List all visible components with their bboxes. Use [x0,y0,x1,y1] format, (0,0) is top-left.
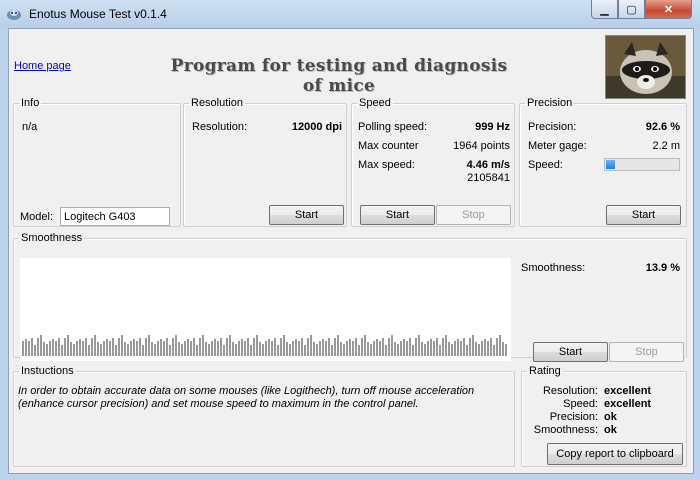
speed-start-button[interactable]: Start [360,205,435,225]
rating-legend: Rating [529,365,561,377]
rating-group: Rating Resolution: excellent Speed: exce… [521,365,687,467]
smoothness-bars [22,335,507,356]
info-group: Info n/a Model: [13,97,181,227]
rating-precision-value: ok [604,411,617,423]
model-field[interactable] [60,207,170,226]
instructions-group: Instuctions In order to obtain accurate … [13,365,515,467]
max-speed-label: Max speed: [358,159,415,171]
info-legend: Info [21,97,40,109]
maximize-button[interactable]: ▢ [618,0,645,19]
instructions-text: In order to obtain accurate data on some… [18,385,475,410]
smoothness-legend: Smoothness [21,232,83,244]
polling-speed-value: 999 Hz [475,121,510,133]
copy-report-button[interactable]: Copy report to clipboard [547,443,683,465]
meter-gage-label: Meter gage: [528,140,587,152]
smoothness-plot [20,258,511,361]
rating-precision-label: Precision: [549,411,598,423]
precision-label: Precision: [528,121,577,133]
rating-smoothness-label: Smoothness: [533,424,598,436]
polling-speed-label: Polling speed: [358,121,428,133]
max-counter-value: 1964 points [453,140,510,152]
info-text: n/a [22,121,38,133]
precision-speed-bar [604,158,680,171]
raccoon-photo [605,35,686,99]
smoothness-stop-button[interactable]: Stop [609,342,684,362]
smoothness-label: Smoothness: [521,262,586,274]
speed-stop-button[interactable]: Stop [436,205,511,225]
minimize-button[interactable]: ▁ [591,0,618,19]
meter-gage-value: 2.2 m [652,140,680,152]
rating-resolution-value: excellent [604,385,652,397]
model-label: Model: [20,211,54,223]
resolution-legend: Resolution [191,97,243,109]
main-window: Home page Program for testing and diagno… [8,28,694,474]
rating-speed-label: Speed: [563,398,598,410]
smoothness-value: 13.9 % [645,262,680,274]
precision-value: 92.6 % [645,121,680,133]
max-counter-label: Max counter [358,140,419,152]
precision-legend: Precision [527,97,573,109]
precision-speed-bar-fill [606,160,615,169]
window-title: Enotus Mouse Test v0.1.4 [29,7,167,21]
speed-legend: Speed [359,97,391,109]
precision-speed-label: Speed: [528,159,563,171]
title-bar[interactable]: Enotus Mouse Test v0.1.4 ▁ ▢ ✕ [0,0,700,28]
speed-group: Speed Polling speed: 999 Hz Max counter … [351,97,515,227]
smoothness-group: Smoothness Smoothness: 13.9 % Start Stop [13,232,687,362]
resolution-start-button[interactable]: Start [269,205,344,225]
instructions-legend: Instuctions [21,365,74,377]
rating-speed-value: excellent [604,398,652,410]
smoothness-start-button[interactable]: Start [533,342,608,362]
close-button[interactable]: ✕ [645,0,692,19]
precision-group: Precision Precision: 92.6 % Meter gage: … [519,97,687,227]
app-icon [7,10,21,20]
resolution-value: 12000 dpi [291,121,342,133]
resolution-label: Resolution: [192,121,248,133]
max-speed-sub-value: 2105841 [467,172,510,184]
program-title: Program for testing and diagnosis of mic… [170,56,508,96]
max-speed-value: 4.46 m/s [466,159,510,171]
rating-smoothness-value: ok [604,424,617,436]
precision-start-button[interactable]: Start [606,205,681,225]
home-page-link[interactable]: Home page [14,60,71,72]
rating-resolution-label: Resolution: [542,385,598,397]
resolution-group: Resolution Resolution: 12000 dpi Start [183,97,347,227]
window-controls: ▁ ▢ ✕ [591,0,692,20]
